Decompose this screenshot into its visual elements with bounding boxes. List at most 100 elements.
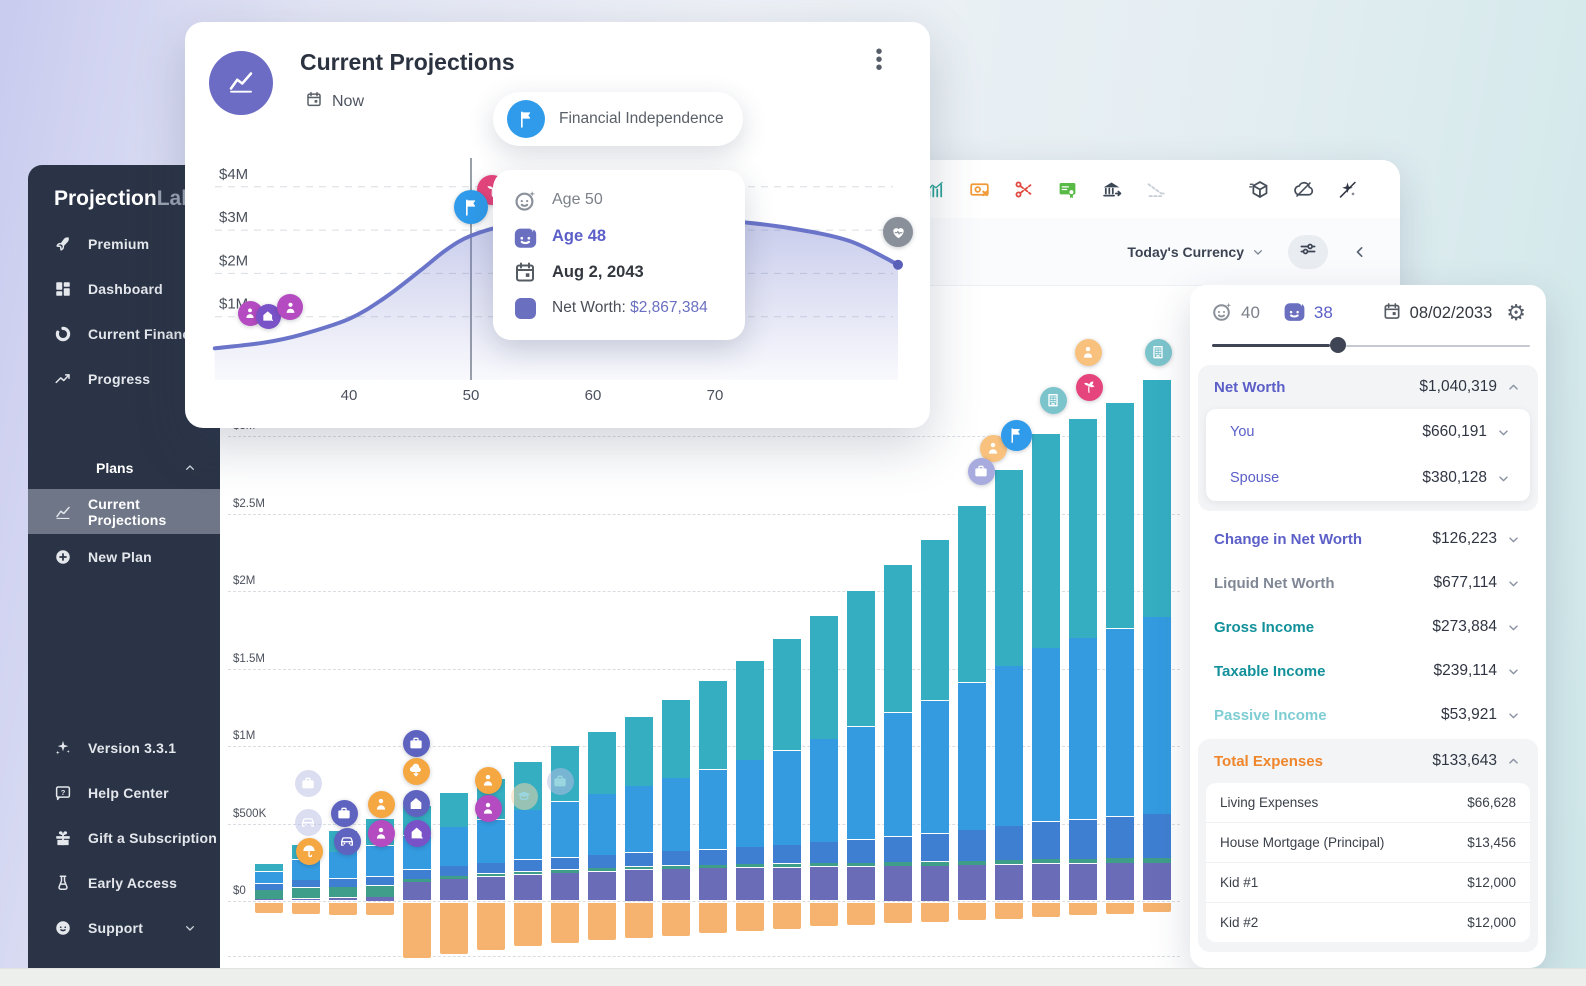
slider-knob[interactable] (1330, 337, 1346, 353)
bar-year-20[interactable] (958, 0, 986, 986)
person-marker[interactable] (368, 820, 395, 847)
segment-blue (958, 683, 986, 830)
year-slider[interactable] (1212, 337, 1530, 353)
expense-row-living-expenses[interactable]: Living Expenses$66,628 (1206, 783, 1530, 822)
kebab-menu-icon[interactable]: ••• (868, 48, 890, 72)
briefcase-marker[interactable] (295, 770, 322, 797)
segment-green (995, 860, 1023, 864)
segment-dark-blue (1106, 817, 1134, 858)
cloudarrow-marker[interactable] (403, 758, 430, 785)
expense-row-kid-2[interactable]: Kid #2$12,000 (1206, 902, 1530, 942)
segment-blue (1069, 638, 1097, 819)
stat-row-taxable-income[interactable]: Taxable Income$239,114 (1198, 649, 1538, 693)
segment-dark-blue (625, 853, 653, 866)
segment-negative-orange (921, 903, 949, 922)
stat-row-passive-income[interactable]: Passive Income$53,921 (1198, 693, 1538, 737)
sub-row-value: $380,128 (1422, 469, 1512, 487)
segment-dark-blue (477, 863, 505, 873)
segment-teal (699, 681, 727, 769)
net-worth-row[interactable]: Net Worth$1,040,319 (1198, 365, 1538, 409)
car-marker[interactable] (295, 809, 322, 836)
expense-row-house-mortgage-principal-[interactable]: House Mortgage (Principal)$13,456 (1206, 822, 1530, 862)
person-marker[interactable] (368, 791, 395, 818)
segment-negative-orange (1032, 903, 1060, 917)
segment-green (884, 862, 912, 865)
stat-row-change-in-net-worth[interactable]: Change in Net Worth$126,223 (1198, 517, 1538, 561)
segment-blue (514, 810, 542, 859)
stat-row-gross-income[interactable]: Gross Income$273,884 (1198, 605, 1538, 649)
sidebar-item-version-3-3-1[interactable]: Version 3.3.1 (28, 725, 220, 770)
bar-year-21[interactable] (995, 0, 1023, 986)
segment-dark-blue (1069, 820, 1097, 859)
briefcase-marker[interactable] (403, 730, 430, 757)
sidebar-item-current-projections[interactable]: Current Projections (28, 489, 220, 534)
sidebar-item-help-center[interactable]: ?Help Center (28, 770, 220, 815)
gear-icon[interactable]: ⚙ (1506, 302, 1526, 324)
segment-negative-orange (366, 903, 394, 915)
net-worth-sub-row-you[interactable]: You$660,191 (1206, 409, 1530, 455)
segment-green (1032, 859, 1060, 863)
sub-row-label: Spouse (1230, 470, 1279, 486)
svg-text:40: 40 (341, 387, 358, 404)
effects-off-icon[interactable] (1334, 176, 1360, 202)
sidebar-item-support[interactable]: Support (28, 905, 220, 950)
stat-row-label: Gross Income (1214, 619, 1314, 636)
housesearch-marker[interactable] (404, 820, 431, 847)
segment-dark-blue (403, 870, 431, 879)
age-spouse: 38 (1282, 298, 1333, 328)
y-axis-label: $1M (233, 730, 255, 742)
building-marker[interactable] (1145, 339, 1172, 366)
segment-teal (810, 616, 838, 739)
segment-green (1106, 858, 1134, 862)
segment-purple (810, 867, 838, 901)
person-marker[interactable] (277, 294, 303, 320)
person-marker[interactable] (475, 767, 502, 794)
bar-year-23[interactable] (1069, 0, 1097, 986)
segment-dark-blue (921, 834, 949, 861)
net-worth-sub-row-spouse[interactable]: Spouse $380,128 (1206, 455, 1530, 501)
total-expenses-row[interactable]: Total Expenses$133,643 (1198, 739, 1538, 783)
segment-purple (255, 899, 283, 900)
sidebar-item-early-access[interactable]: Early Access (28, 860, 220, 905)
expense-row-kid-1[interactable]: Kid #1$12,000 (1206, 862, 1530, 902)
cloud-off-icon[interactable] (1290, 176, 1316, 202)
bar-year-22[interactable] (1032, 0, 1060, 986)
gradcap-marker[interactable] (511, 783, 538, 810)
segment-blue (1106, 629, 1134, 816)
svg-text:$4M: $4M (219, 166, 248, 183)
bar-year-25[interactable] (1143, 0, 1171, 986)
segment-dark-blue (810, 842, 838, 862)
segment-teal (662, 700, 690, 778)
segment-dark-blue (699, 850, 727, 865)
flag-marker[interactable] (454, 190, 488, 224)
segment-blue (366, 846, 394, 877)
sidebar-item-new-plan[interactable]: New Plan (28, 534, 220, 579)
briefcase-marker[interactable] (547, 768, 574, 795)
car-marker[interactable] (334, 828, 361, 855)
flag-marker[interactable] (1001, 420, 1032, 451)
person-marker[interactable] (475, 795, 502, 822)
stat-row-liquid-net-worth[interactable]: Liquid Net Worth$677,114 (1198, 561, 1538, 605)
sidebar-item-gift-a-subscription[interactable]: Gift a Subscription (28, 815, 220, 860)
umbrella-marker[interactable] (296, 838, 323, 865)
segment-teal (736, 661, 764, 760)
person-marker[interactable] (1075, 339, 1102, 366)
expense-row-value: $66,628 (1467, 795, 1516, 810)
house-marker[interactable] (403, 790, 430, 817)
segment-negative-orange (477, 903, 505, 950)
sidebar-section-plans[interactable]: Plans (28, 447, 220, 489)
stat-row-value: $53,921 (1441, 706, 1522, 724)
palm-marker[interactable] (1076, 374, 1103, 401)
chart-settings-button[interactable] (1288, 235, 1328, 269)
bar-year-24[interactable] (1106, 0, 1134, 986)
collapse-panel-button[interactable] (1350, 242, 1370, 262)
segment-purple (403, 882, 431, 900)
building-marker[interactable] (1040, 387, 1067, 414)
segment-purple (440, 879, 468, 900)
briefcase-marker[interactable] (331, 800, 358, 827)
segment-purple (588, 872, 616, 901)
briefcase-marker[interactable] (968, 458, 995, 485)
heartpulse-marker[interactable] (883, 217, 913, 247)
export-model-icon[interactable] (1246, 176, 1272, 202)
segment-negative-orange (847, 903, 875, 925)
